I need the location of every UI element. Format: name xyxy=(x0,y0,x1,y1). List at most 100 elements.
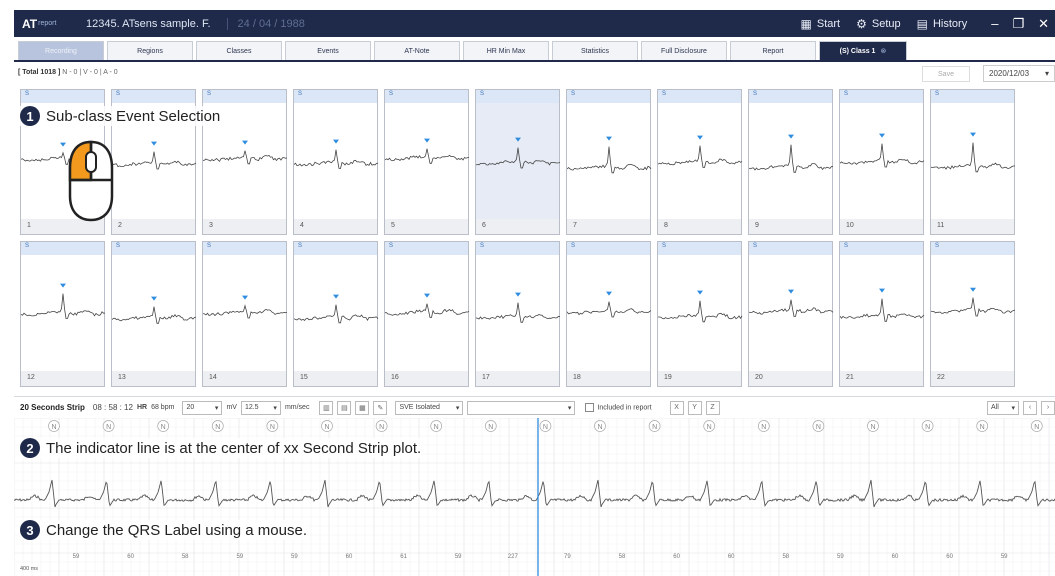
event-card[interactable]: S 15 xyxy=(293,241,379,387)
gain-select[interactable]: 20 ▾ xyxy=(182,400,223,415)
qrs-label[interactable]: N xyxy=(430,420,443,432)
close-icon[interactable]: ✕ xyxy=(1038,16,1049,32)
table-icon[interactable]: ▦ xyxy=(355,400,370,415)
waveform-trace xyxy=(931,142,1016,173)
prev-icon[interactable]: ‹ xyxy=(1023,400,1037,415)
tab-statistics[interactable]: Statistics xyxy=(552,41,638,60)
event-card-number: 9 xyxy=(749,219,832,234)
event-card[interactable]: S 20 xyxy=(748,241,834,387)
event-card[interactable]: S 17 xyxy=(475,241,561,387)
tab-hr-min-max[interactable]: HR Min Max xyxy=(463,41,549,60)
save-button[interactable]: Save xyxy=(922,66,970,82)
gain-value: 20 xyxy=(186,404,195,411)
qrs-label[interactable]: N xyxy=(648,420,661,432)
qrs-label[interactable]: N xyxy=(266,420,279,432)
event-card[interactable]: S 10 xyxy=(839,89,925,235)
beat-marker-icon xyxy=(424,138,430,143)
callout-qrs-label: 3 Change the QRS Label using a mouse. xyxy=(20,520,307,540)
event-card[interactable]: S9 xyxy=(748,89,834,235)
filter-select[interactable]: All ▾ xyxy=(987,400,1019,415)
date-value: 2020/12/03 xyxy=(989,69,1030,78)
axis-z-button[interactable]: Z xyxy=(705,400,720,415)
mouse-icon xyxy=(68,140,114,222)
axis-y-button[interactable]: Y xyxy=(687,400,702,415)
event-card[interactable]: S 14 xyxy=(202,241,288,387)
tab-classes[interactable]: Classes xyxy=(196,41,282,60)
next-icon[interactable]: › xyxy=(1041,400,1055,415)
qrs-label[interactable]: N xyxy=(976,420,989,432)
event-card[interactable]: S 12 xyxy=(20,241,106,387)
qrs-label[interactable]: N xyxy=(757,420,770,432)
qrs-label[interactable]: N xyxy=(211,420,224,432)
event-card[interactable]: S6 xyxy=(475,89,561,235)
rr-value: 58 xyxy=(619,554,626,560)
qrs-label[interactable]: N xyxy=(703,420,716,432)
restore-icon[interactable]: ❐ xyxy=(1012,16,1024,32)
speed-select[interactable]: 12.5 ▾ xyxy=(240,400,281,415)
event-card-number: 19 xyxy=(658,371,741,386)
include-report-checkbox[interactable]: Included in report xyxy=(585,403,652,412)
history-label: History xyxy=(932,17,968,30)
list-icon[interactable]: ▤ xyxy=(337,400,352,415)
start-button[interactable]: ▦ Start xyxy=(801,17,841,31)
event-card-number: 8 xyxy=(658,219,741,234)
tab-events[interactable]: Events xyxy=(285,41,371,60)
chevron-down-icon: ▾ xyxy=(1044,69,1049,78)
qrs-label[interactable]: N xyxy=(102,420,115,432)
qrs-label[interactable]: N xyxy=(594,420,606,432)
qrs-label[interactable]: N xyxy=(1030,420,1043,432)
qrs-label[interactable]: N xyxy=(484,420,497,432)
beat-marker-icon xyxy=(879,288,885,293)
setup-button[interactable]: ⚙ Setup xyxy=(856,17,901,31)
axis-x-button[interactable]: X xyxy=(669,400,684,415)
waveform-trace xyxy=(203,304,288,319)
svg-text:N: N xyxy=(51,424,56,431)
waveform-trace xyxy=(294,304,379,324)
svg-text:N: N xyxy=(379,424,384,431)
event-card[interactable]: S 22 xyxy=(930,241,1016,387)
strip-toolbar: 20 Seconds Strip 08 : 58 : 12 HR 68 bpm … xyxy=(14,396,1055,418)
tab-report[interactable]: Report xyxy=(730,41,816,60)
tab-recording[interactable]: Recording xyxy=(18,41,104,60)
tab-class-1[interactable]: (S) Class 1 ⊗ xyxy=(819,41,907,60)
history-button[interactable]: ▤ History xyxy=(917,17,968,31)
close-tab-icon[interactable]: ⊗ xyxy=(880,47,886,55)
qrs-label[interactable]: N xyxy=(812,420,825,432)
event-card[interactable]: S 19 xyxy=(657,241,743,387)
svg-text:N: N xyxy=(324,424,329,431)
event-card[interactable]: S 11 xyxy=(930,89,1016,235)
rhythm-select[interactable]: SVE Isolated ▾ xyxy=(395,400,464,415)
event-card[interactable]: S 16 xyxy=(384,241,470,387)
qrs-label[interactable]: N xyxy=(867,420,879,432)
tab-full-disclosure[interactable]: Full Disclosure xyxy=(641,41,727,60)
event-waveform xyxy=(476,137,561,169)
tab-label: Regions xyxy=(137,47,163,55)
qrs-label[interactable]: N xyxy=(321,420,333,432)
qrs-label[interactable]: N xyxy=(48,420,60,432)
event-card[interactable]: S8 xyxy=(657,89,743,235)
qrs-label[interactable]: N xyxy=(921,420,934,432)
tab-at-note[interactable]: AT-Note xyxy=(374,41,460,60)
event-card[interactable]: S7 xyxy=(566,89,652,235)
rr-value: 59 xyxy=(291,554,298,560)
event-card[interactable]: S4 xyxy=(293,89,379,235)
event-card[interactable]: S5 xyxy=(384,89,470,235)
rhythm-detail-select[interactable]: ▾ xyxy=(467,400,576,415)
event-card[interactable]: S 18 xyxy=(566,241,652,387)
rr-value: 59 xyxy=(73,554,80,560)
event-waveform xyxy=(203,295,288,319)
logo-subtext: report xyxy=(38,20,57,27)
minimize-icon[interactable]: – xyxy=(991,16,998,32)
edit-icon[interactable]: ✎ xyxy=(373,400,388,415)
date-select[interactable]: 2020/12/03 ▾ xyxy=(983,65,1055,82)
qrs-label[interactable]: N xyxy=(539,420,552,432)
event-card[interactable]: S 21 xyxy=(839,241,925,387)
event-card-class: S xyxy=(931,90,1014,103)
svg-text:N: N xyxy=(597,424,602,431)
tab-regions[interactable]: Regions xyxy=(107,41,193,60)
qrs-label[interactable]: N xyxy=(375,420,388,432)
event-card-number: 2 xyxy=(112,219,195,234)
qrs-label[interactable]: N xyxy=(157,420,170,432)
event-card[interactable]: S 13 xyxy=(111,241,197,387)
chart-icon[interactable]: ▥ xyxy=(319,400,334,415)
